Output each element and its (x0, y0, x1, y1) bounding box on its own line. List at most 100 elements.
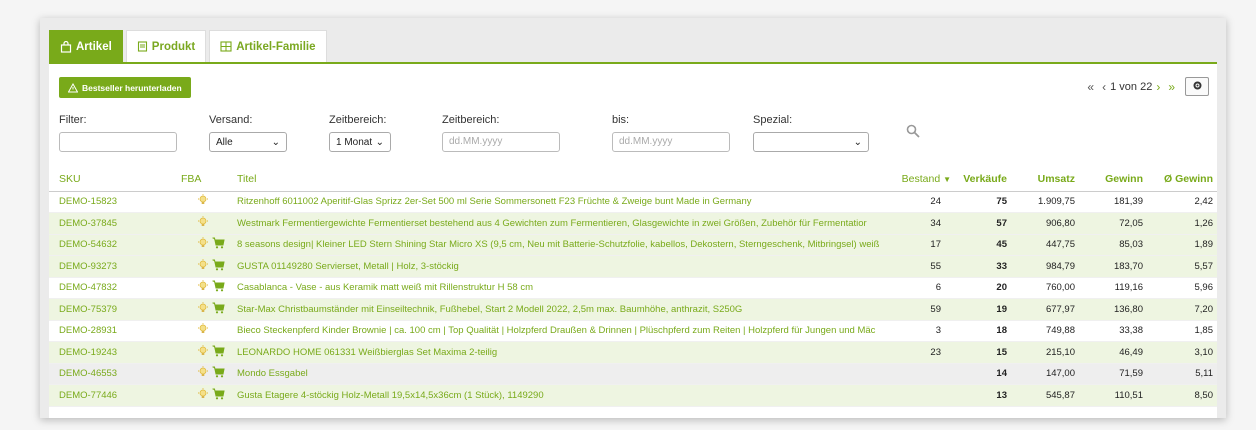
lightbulb-icon (197, 323, 209, 338)
col-bestand[interactable]: Bestand ▼ (895, 167, 955, 192)
col-sku[interactable]: SKU (49, 167, 177, 192)
col-title[interactable]: Titel (233, 167, 895, 192)
lightbulb-icon (197, 237, 209, 252)
verkaeufe-cell: 33 (955, 255, 1011, 278)
filter-input[interactable] (59, 132, 177, 152)
warning-icon (68, 82, 78, 93)
umsatz-cell: 677,97 (1011, 298, 1079, 321)
sku-cell[interactable]: DEMO-77446 (49, 384, 177, 407)
col-bestand-label: Bestand (901, 172, 941, 185)
fba-cell (177, 277, 233, 299)
table-row[interactable]: DEMO-77446 Gusta Etagere 4-stöckig Holz-M… (49, 384, 1217, 407)
verkaeufe-cell: 75 (955, 191, 1011, 213)
sku-cell[interactable]: DEMO-28931 (49, 320, 177, 342)
sku-cell[interactable]: DEMO-19243 (49, 341, 177, 364)
fba-cell (177, 255, 233, 278)
spezial-select[interactable]: ⌄ (753, 132, 869, 152)
table-row[interactable]: DEMO-37845 Westmark Fermentiergewichte Fe… (49, 212, 1217, 235)
verkaeufe-cell: 14 (955, 363, 1011, 385)
tab-artikel[interactable]: Artikel (49, 30, 123, 62)
lightbulb-icon (197, 302, 209, 317)
table-row[interactable]: DEMO-46553 Mondo Essgabel 14 147,00 71,59 5,1… (49, 363, 1217, 385)
umsatz-cell: 984,79 (1011, 255, 1079, 278)
title-cell[interactable]: Bieco Steckenpferd Kinder Brownie | ca. … (233, 320, 895, 342)
col-avg-gewinn[interactable]: Ø Gewinn (1147, 167, 1217, 192)
gewinn-cell: 119,16 (1079, 277, 1147, 299)
fba-cell (177, 341, 233, 364)
prev-page-button[interactable]: ‹ (1102, 80, 1106, 94)
app-window: Artikel Produkt Artikel-Familie Bestsell… (40, 18, 1226, 418)
verkaeufe-cell: 15 (955, 341, 1011, 364)
versand-select[interactable]: Alle ⌄ (209, 132, 287, 152)
verkaeufe-cell: 13 (955, 384, 1011, 407)
col-verkaeufe[interactable]: Verkäufe (955, 167, 1011, 192)
filter-label: Filter: (59, 114, 87, 126)
bestand-cell: 23 (895, 341, 955, 364)
col-gewinn[interactable]: Gewinn (1079, 167, 1147, 192)
title-cell[interactable]: Westmark Fermentiergewichte Fermentierse… (233, 212, 895, 235)
umsatz-cell: 1.909,75 (1011, 191, 1079, 213)
title-cell[interactable]: Star-Max Christbaumständer mit Einseilte… (233, 298, 895, 321)
content-panel: Bestseller herunterladen « ‹ 1 von 22 › … (49, 62, 1217, 418)
umsatz-cell: 906,80 (1011, 212, 1079, 235)
tab-bar: Artikel Produkt Artikel-Familie (49, 30, 330, 62)
zeitbereich-label: Zeitbereich: (329, 114, 387, 126)
tab-artikel-familie[interactable]: Artikel-Familie (209, 30, 327, 62)
sku-cell[interactable]: DEMO-15823 (49, 191, 177, 213)
table-row[interactable]: DEMO-28931 Bieco Steckenpferd Kinder Brow… (49, 320, 1217, 342)
table-row[interactable]: DEMO-15823 Ritzenhoff 6011002 Aperitif-Gl… (49, 191, 1217, 213)
title-cell[interactable]: 8 seasons design| Kleiner LED Stern Shin… (233, 234, 895, 256)
lightbulb-icon (197, 216, 209, 231)
gewinn-cell: 183,70 (1079, 255, 1147, 278)
title-cell[interactable]: Casablanca - Vase - aus Keramik matt wei… (233, 277, 895, 299)
table-row[interactable]: DEMO-54632 8 seasons design| Kleiner LED … (49, 234, 1217, 256)
date-from-input[interactable]: dd.MM.yyyy (442, 132, 560, 152)
next-page-button[interactable]: › (1156, 80, 1160, 94)
avg-gewinn-cell: 3,10 (1147, 341, 1217, 364)
col-umsatz[interactable]: Umsatz (1011, 167, 1079, 192)
fba-cell (177, 298, 233, 321)
table-row[interactable]: DEMO-19243 LEONARDO HOME 061331 Weißbierg… (49, 341, 1217, 364)
sku-cell[interactable]: DEMO-46553 (49, 363, 177, 385)
gewinn-cell: 46,49 (1079, 341, 1147, 364)
umsatz-cell: 215,10 (1011, 341, 1079, 364)
zeitbereich-select[interactable]: 1 Monat ⌄ (329, 132, 391, 152)
chevron-down-icon: ⌄ (375, 136, 384, 148)
first-page-button[interactable]: « (1087, 80, 1094, 94)
col-fba[interactable]: FBA (177, 167, 233, 192)
cart-icon (212, 302, 225, 317)
search-icon[interactable] (906, 124, 920, 141)
sku-cell[interactable]: DEMO-54632 (49, 234, 177, 256)
bestand-cell: 34 (895, 212, 955, 235)
table-body: DEMO-15823 Ritzenhoff 6011002 Aperitif-Gl… (49, 191, 1217, 407)
lightbulb-icon (197, 345, 209, 360)
table-row[interactable]: DEMO-93273 GUSTA 01149280 Servierset, Met… (49, 255, 1217, 278)
gewinn-cell: 110,51 (1079, 384, 1147, 407)
sku-cell[interactable]: DEMO-75379 (49, 298, 177, 321)
last-page-button[interactable]: » (1168, 80, 1175, 94)
date-to-input[interactable]: dd.MM.yyyy (612, 132, 730, 152)
sku-cell[interactable]: DEMO-47832 (49, 277, 177, 299)
title-cell[interactable]: Gusta Etagere 4-stöckig Holz-Metall 19,5… (233, 384, 895, 407)
bestand-cell (895, 363, 955, 385)
title-cell[interactable]: GUSTA 01149280 Servierset, Metall | Holz… (233, 255, 895, 278)
title-cell[interactable]: LEONARDO HOME 061331 Weißbierglas Set Ma… (233, 341, 895, 364)
sku-cell[interactable]: DEMO-37845 (49, 212, 177, 235)
table-row[interactable]: DEMO-75379 Star-Max Christbaumständer mit… (49, 298, 1217, 321)
tab-produkt[interactable]: Produkt (125, 30, 207, 62)
avg-gewinn-cell: 2,42 (1147, 191, 1217, 213)
title-cell[interactable]: Mondo Essgabel (233, 363, 895, 385)
fba-cell (177, 191, 233, 213)
title-cell[interactable]: Ritzenhoff 6011002 Aperitif-Glas Sprizz … (233, 191, 895, 213)
family-icon (220, 41, 232, 52)
bestseller-table: SKU FBA Titel Bestand ▼ Verkäufe Umsatz … (49, 167, 1217, 407)
download-bestseller-button[interactable]: Bestseller herunterladen (59, 77, 191, 98)
table-row[interactable]: DEMO-47832 Casablanca - Vase - aus Kerami… (49, 277, 1217, 299)
lightbulb-icon (197, 259, 209, 274)
settings-button[interactable] (1185, 77, 1209, 96)
sku-cell[interactable]: DEMO-93273 (49, 255, 177, 278)
avg-gewinn-cell: 8,50 (1147, 384, 1217, 407)
cart-icon (212, 366, 225, 381)
sort-desc-icon: ▼ (943, 174, 951, 184)
verkaeufe-cell: 20 (955, 277, 1011, 299)
